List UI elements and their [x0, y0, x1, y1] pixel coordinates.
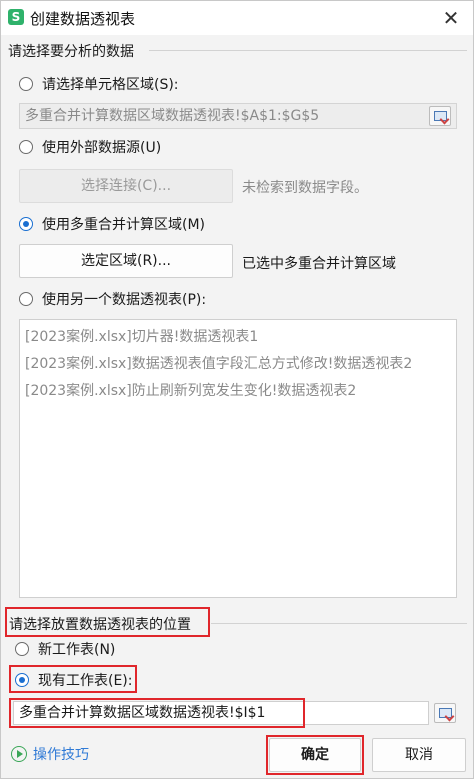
- play-circle-icon: [11, 746, 27, 762]
- radio-external-source-button[interactable]: [19, 140, 33, 154]
- cell-range-input[interactable]: 多重合并计算数据区域数据透视表!$A$1:$G$5: [19, 103, 457, 129]
- highlight-location-input: [9, 698, 305, 728]
- cancel-button[interactable]: 取消: [372, 738, 466, 772]
- create-pivot-table-dialog: S 创建数据透视表 ✕ 请选择要分析的数据 请选择单元格区域(S): 多重合并计…: [0, 0, 474, 779]
- app-logo-icon: S: [8, 9, 24, 25]
- dialog-title: 创建数据透视表: [30, 10, 136, 28]
- highlight-destination-label: [5, 607, 210, 637]
- radio-multi-consolidation-button[interactable]: [19, 217, 33, 231]
- radio-other-pivot-button[interactable]: [19, 292, 33, 306]
- list-item[interactable]: [2023案例.xlsx]切片器!数据透视表1: [25, 326, 258, 346]
- choose-connection-button[interactable]: 选择连接(C)...: [19, 169, 233, 203]
- radio-external-source[interactable]: 使用外部数据源(U): [19, 136, 161, 158]
- radio-new-sheet[interactable]: 新工作表(N): [15, 638, 115, 660]
- radio-other-pivot[interactable]: 使用另一个数据透视表(P):: [19, 288, 206, 310]
- radio-cell-range-button[interactable]: [19, 77, 33, 91]
- radio-other-pivot-label: 使用另一个数据透视表(P):: [42, 292, 207, 308]
- multi-consolidation-status: 已选中多重合并计算区域: [242, 256, 396, 272]
- highlight-ok-button: [266, 735, 364, 775]
- tips-link[interactable]: 操作技巧: [11, 744, 89, 764]
- radio-external-source-label: 使用外部数据源(U): [42, 140, 162, 156]
- close-icon[interactable]: ✕: [439, 6, 463, 30]
- tips-link-label: 操作技巧: [33, 747, 89, 763]
- highlight-existing-sheet: [9, 665, 137, 693]
- list-item[interactable]: [2023案例.xlsx]数据透视表值字段汇总方式修改!数据透视表2: [25, 353, 412, 373]
- range-picker-icon[interactable]: [434, 703, 456, 723]
- external-source-status: 未检索到数据字段。: [242, 180, 368, 196]
- radio-new-sheet-button[interactable]: [15, 642, 29, 656]
- list-item[interactable]: [2023案例.xlsx]防止刷新列宽发生变化!数据透视表2: [25, 380, 356, 400]
- radio-cell-range[interactable]: 请选择单元格区域(S):: [19, 73, 179, 95]
- destination-section-divider: [211, 623, 467, 624]
- select-range-button[interactable]: 选定区域(R)...: [19, 244, 233, 278]
- radio-multi-consolidation[interactable]: 使用多重合并计算区域(M): [19, 213, 205, 235]
- radio-multi-consolidation-label: 使用多重合并计算区域(M): [42, 217, 206, 233]
- radio-cell-range-label: 请选择单元格区域(S):: [42, 77, 179, 93]
- source-section-divider: [149, 50, 467, 51]
- range-picker-icon[interactable]: [429, 106, 451, 126]
- title-bar[interactable]: S 创建数据透视表 ✕: [1, 1, 473, 35]
- source-section-label: 请选择要分析的数据: [8, 44, 134, 60]
- radio-new-sheet-label: 新工作表(N): [38, 642, 116, 658]
- pivot-table-list[interactable]: [2023案例.xlsx]切片器!数据透视表1 [2023案例.xlsx]数据透…: [19, 319, 457, 598]
